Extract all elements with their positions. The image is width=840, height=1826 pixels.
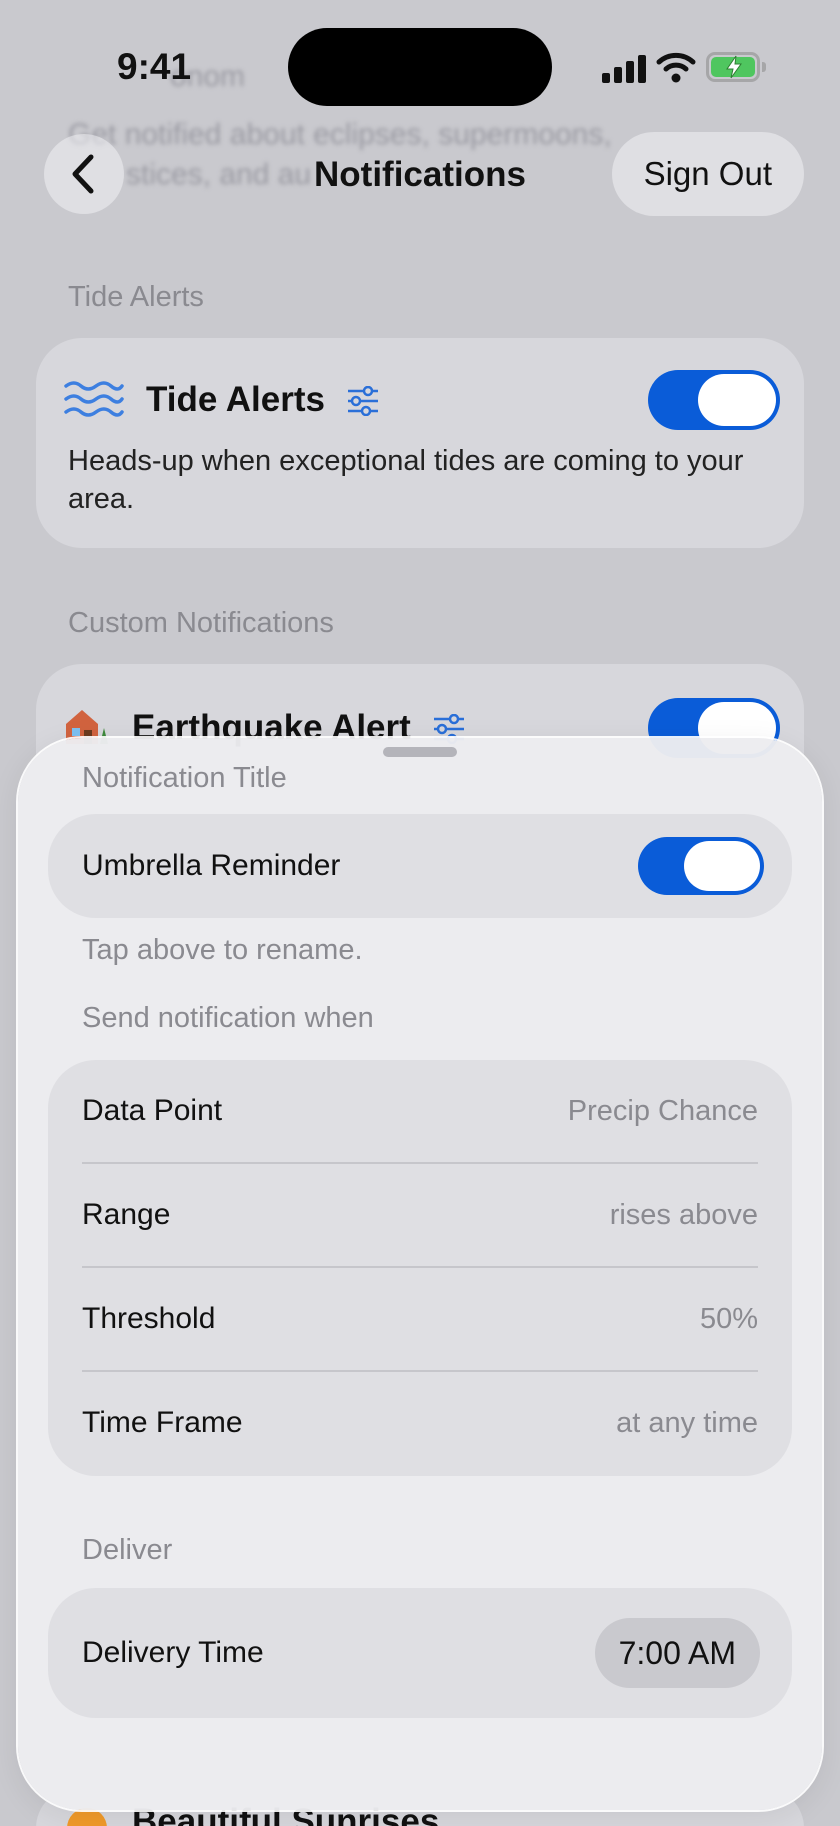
notification-enabled-toggle[interactable] xyxy=(638,837,764,895)
condition-value[interactable]: 50% xyxy=(700,1303,758,1336)
divider xyxy=(82,1370,758,1372)
divider xyxy=(82,1266,758,1268)
delivery-time-label: Delivery Time xyxy=(82,1636,264,1669)
waves-icon xyxy=(64,381,124,417)
tide-alerts-card[interactable]: Tide Alerts Heads-up when exceptional ti… xyxy=(36,338,804,548)
sheet-grabber[interactable] xyxy=(383,747,457,757)
sliders-icon[interactable] xyxy=(346,386,380,416)
condition-value[interactable]: rises above xyxy=(610,1199,758,1232)
status-bar: 9:41 xyxy=(0,0,840,130)
tide-alerts-title: Tide Alerts xyxy=(146,380,325,419)
delivery-time-row: Delivery Time 7:00 AM xyxy=(48,1588,792,1718)
condition-value[interactable]: Precip Chance xyxy=(568,1095,758,1128)
section-header-tide: Tide Alerts xyxy=(68,281,204,313)
tide-alerts-toggle[interactable] xyxy=(648,370,780,430)
deliver-label: Deliver xyxy=(82,1534,173,1566)
notification-title-row[interactable]: Umbrella Reminder xyxy=(48,814,792,918)
send-when-label: Send notification when xyxy=(82,1002,374,1034)
wifi-icon xyxy=(656,52,696,83)
rename-hint: Tap above to rename. xyxy=(82,934,363,966)
status-time: 9:41 xyxy=(117,46,192,87)
section-header-custom: Custom Notifications xyxy=(68,607,334,639)
condition-label: Threshold xyxy=(82,1302,216,1335)
sign-out-button[interactable]: Sign Out xyxy=(611,132,804,216)
notification-title-value[interactable]: Umbrella Reminder xyxy=(82,849,340,883)
condition-label: Range xyxy=(82,1198,171,1231)
edit-notification-sheet: Notification Title Umbrella Reminder Tap… xyxy=(18,738,822,1810)
conditions-group: Data Point Precip Chance Range rises abo… xyxy=(48,1060,792,1476)
divider xyxy=(82,1162,758,1164)
dynamic-island xyxy=(288,28,552,106)
delivery-time-picker[interactable]: 7:00 AM xyxy=(594,1618,760,1688)
notification-title-label: Notification Title xyxy=(82,762,287,794)
cellular-signal-icon xyxy=(602,55,646,83)
condition-label: Data Point xyxy=(82,1094,223,1127)
battery-icon xyxy=(706,52,766,82)
condition-value[interactable]: at any time xyxy=(616,1407,758,1440)
condition-label: Time Frame xyxy=(82,1406,243,1439)
tide-alerts-description: Heads-up when exceptional tides are comi… xyxy=(68,445,744,515)
